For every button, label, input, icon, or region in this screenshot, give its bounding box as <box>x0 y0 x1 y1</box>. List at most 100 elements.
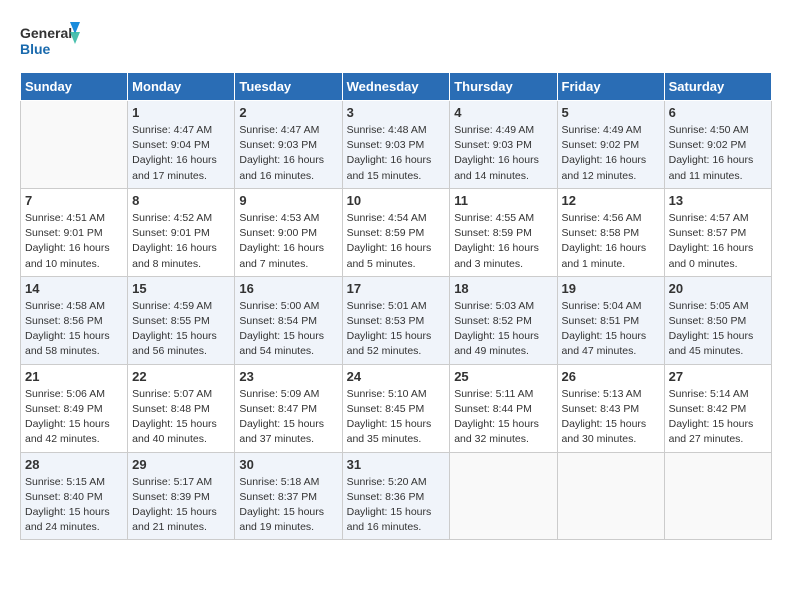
day-number: 27 <box>669 369 767 384</box>
day-info: Sunrise: 5:11 AMSunset: 8:44 PMDaylight:… <box>454 387 552 448</box>
day-info: Sunrise: 4:49 AMSunset: 9:03 PMDaylight:… <box>454 123 552 184</box>
calendar-cell <box>21 101 128 189</box>
day-number: 31 <box>347 457 446 472</box>
calendar-cell: 8 Sunrise: 4:52 AMSunset: 9:01 PMDaylight… <box>128 188 235 276</box>
day-number: 18 <box>454 281 552 296</box>
day-info: Sunrise: 4:48 AMSunset: 9:03 PMDaylight:… <box>347 123 446 184</box>
calendar-cell: 9Sunrise: 4:53 AMSunset: 9:00 PMDaylight… <box>235 188 342 276</box>
day-info: Sunrise: 5:13 AMSunset: 8:43 PMDaylight:… <box>562 387 660 448</box>
calendar-header-row: SundayMondayTuesdayWednesdayThursdayFrid… <box>21 73 772 101</box>
day-number: 4 <box>454 105 552 120</box>
calendar-cell: 1Sunrise: 4:47 AMSunset: 9:04 PMDaylight… <box>128 101 235 189</box>
page-header: General Blue <box>20 20 772 64</box>
calendar-week-row: 28Sunrise: 5:15 AMSunset: 8:40 PMDayligh… <box>21 452 772 540</box>
day-info: Sunrise: 5:06 AMSunset: 8:49 PMDaylight:… <box>25 387 123 448</box>
day-number: 30 <box>239 457 337 472</box>
day-number: 28 <box>25 457 123 472</box>
calendar-cell: 25 Sunrise: 5:11 AMSunset: 8:44 PMDayligh… <box>450 364 557 452</box>
calendar-cell: 2 Sunrise: 4:47 AMSunset: 9:03 PMDaylight… <box>235 101 342 189</box>
calendar-cell <box>664 452 771 540</box>
calendar-cell: 17 Sunrise: 5:01 AMSunset: 8:53 PMDayligh… <box>342 276 450 364</box>
day-info: Sunrise: 4:58 AMSunset: 8:56 PMDaylight:… <box>25 299 123 360</box>
day-number: 21 <box>25 369 123 384</box>
day-number: 14 <box>25 281 123 296</box>
day-number: 29 <box>132 457 230 472</box>
day-info: Sunrise: 5:10 AMSunset: 8:45 PMDaylight:… <box>347 387 446 448</box>
calendar-cell: 21 Sunrise: 5:06 AMSunset: 8:49 PMDayligh… <box>21 364 128 452</box>
day-info: Sunrise: 5:03 AMSunset: 8:52 PMDaylight:… <box>454 299 552 360</box>
day-number: 24 <box>347 369 446 384</box>
day-number: 19 <box>562 281 660 296</box>
calendar-cell: 27Sunrise: 5:14 AMSunset: 8:42 PMDayligh… <box>664 364 771 452</box>
calendar-cell: 18 Sunrise: 5:03 AMSunset: 8:52 PMDayligh… <box>450 276 557 364</box>
day-number: 9 <box>239 193 337 208</box>
day-number: 12 <box>562 193 660 208</box>
day-info: Sunrise: 4:47 AMSunset: 9:03 PMDaylight:… <box>239 123 337 184</box>
calendar-cell: 12 Sunrise: 4:56 AMSunset: 8:58 PMDayligh… <box>557 188 664 276</box>
day-number: 17 <box>347 281 446 296</box>
calendar-cell: 22Sunrise: 5:07 AMSunset: 8:48 PMDayligh… <box>128 364 235 452</box>
day-info: Sunrise: 4:51 AMSunset: 9:01 PMDaylight:… <box>25 211 123 272</box>
calendar-cell: 24 Sunrise: 5:10 AMSunset: 8:45 PMDayligh… <box>342 364 450 452</box>
calendar-cell <box>557 452 664 540</box>
calendar-cell: 23 Sunrise: 5:09 AMSunset: 8:47 PMDayligh… <box>235 364 342 452</box>
calendar-cell: 19Sunrise: 5:04 AMSunset: 8:51 PMDayligh… <box>557 276 664 364</box>
weekday-header-monday: Monday <box>128 73 235 101</box>
day-number: 26 <box>562 369 660 384</box>
day-number: 3 <box>347 105 446 120</box>
day-info: Sunrise: 4:47 AMSunset: 9:04 PMDaylight:… <box>132 123 230 184</box>
day-number: 8 <box>132 193 230 208</box>
calendar-week-row: 14 Sunrise: 4:58 AMSunset: 8:56 PMDayligh… <box>21 276 772 364</box>
day-info: Sunrise: 5:01 AMSunset: 8:53 PMDaylight:… <box>347 299 446 360</box>
day-info: Sunrise: 4:52 AMSunset: 9:01 PMDaylight:… <box>132 211 230 272</box>
calendar-cell: 5 Sunrise: 4:49 AMSunset: 9:02 PMDaylight… <box>557 101 664 189</box>
svg-text:Blue: Blue <box>20 41 51 57</box>
calendar-cell: 31 Sunrise: 5:20 AMSunset: 8:36 PMDayligh… <box>342 452 450 540</box>
day-info: Sunrise: 5:20 AMSunset: 8:36 PMDaylight:… <box>347 475 446 536</box>
calendar-week-row: 21 Sunrise: 5:06 AMSunset: 8:49 PMDayligh… <box>21 364 772 452</box>
calendar-cell: 13Sunrise: 4:57 AMSunset: 8:57 PMDayligh… <box>664 188 771 276</box>
day-info: Sunrise: 5:05 AMSunset: 8:50 PMDaylight:… <box>669 299 767 360</box>
day-info: Sunrise: 4:59 AMSunset: 8:55 PMDaylight:… <box>132 299 230 360</box>
day-info: Sunrise: 4:55 AMSunset: 8:59 PMDaylight:… <box>454 211 552 272</box>
day-number: 2 <box>239 105 337 120</box>
calendar-cell: 29 Sunrise: 5:17 AMSunset: 8:39 PMDayligh… <box>128 452 235 540</box>
calendar-week-row: 1Sunrise: 4:47 AMSunset: 9:04 PMDaylight… <box>21 101 772 189</box>
calendar-cell: 11 Sunrise: 4:55 AMSunset: 8:59 PMDayligh… <box>450 188 557 276</box>
day-info: Sunrise: 4:49 AMSunset: 9:02 PMDaylight:… <box>562 123 660 184</box>
day-info: Sunrise: 5:18 AMSunset: 8:37 PMDaylight:… <box>239 475 337 536</box>
calendar-cell: 20 Sunrise: 5:05 AMSunset: 8:50 PMDayligh… <box>664 276 771 364</box>
calendar-cell: 26 Sunrise: 5:13 AMSunset: 8:43 PMDayligh… <box>557 364 664 452</box>
day-number: 13 <box>669 193 767 208</box>
weekday-header-wednesday: Wednesday <box>342 73 450 101</box>
day-info: Sunrise: 5:00 AMSunset: 8:54 PMDaylight:… <box>239 299 337 360</box>
day-number: 6 <box>669 105 767 120</box>
calendar-body: 1Sunrise: 4:47 AMSunset: 9:04 PMDaylight… <box>21 101 772 540</box>
calendar-cell: 10 Sunrise: 4:54 AMSunset: 8:59 PMDayligh… <box>342 188 450 276</box>
day-number: 5 <box>562 105 660 120</box>
calendar-cell: 28Sunrise: 5:15 AMSunset: 8:40 PMDayligh… <box>21 452 128 540</box>
day-info: Sunrise: 5:07 AMSunset: 8:48 PMDaylight:… <box>132 387 230 448</box>
day-info: Sunrise: 4:56 AMSunset: 8:58 PMDaylight:… <box>562 211 660 272</box>
day-info: Sunrise: 5:09 AMSunset: 8:47 PMDaylight:… <box>239 387 337 448</box>
day-number: 23 <box>239 369 337 384</box>
day-number: 10 <box>347 193 446 208</box>
svg-text:General: General <box>20 25 72 41</box>
calendar-cell: 7 Sunrise: 4:51 AMSunset: 9:01 PMDaylight… <box>21 188 128 276</box>
calendar-cell <box>450 452 557 540</box>
day-info: Sunrise: 4:54 AMSunset: 8:59 PMDaylight:… <box>347 211 446 272</box>
weekday-header-saturday: Saturday <box>664 73 771 101</box>
day-number: 15 <box>132 281 230 296</box>
calendar-week-row: 7 Sunrise: 4:51 AMSunset: 9:01 PMDaylight… <box>21 188 772 276</box>
weekday-header-sunday: Sunday <box>21 73 128 101</box>
day-number: 20 <box>669 281 767 296</box>
calendar-cell: 14 Sunrise: 4:58 AMSunset: 8:56 PMDayligh… <box>21 276 128 364</box>
day-number: 25 <box>454 369 552 384</box>
day-number: 7 <box>25 193 123 208</box>
calendar-cell: 30 Sunrise: 5:18 AMSunset: 8:37 PMDayligh… <box>235 452 342 540</box>
weekday-header-friday: Friday <box>557 73 664 101</box>
day-info: Sunrise: 5:17 AMSunset: 8:39 PMDaylight:… <box>132 475 230 536</box>
day-number: 11 <box>454 193 552 208</box>
calendar-table: SundayMondayTuesdayWednesdayThursdayFrid… <box>20 72 772 540</box>
calendar-cell: 15 Sunrise: 4:59 AMSunset: 8:55 PMDayligh… <box>128 276 235 364</box>
